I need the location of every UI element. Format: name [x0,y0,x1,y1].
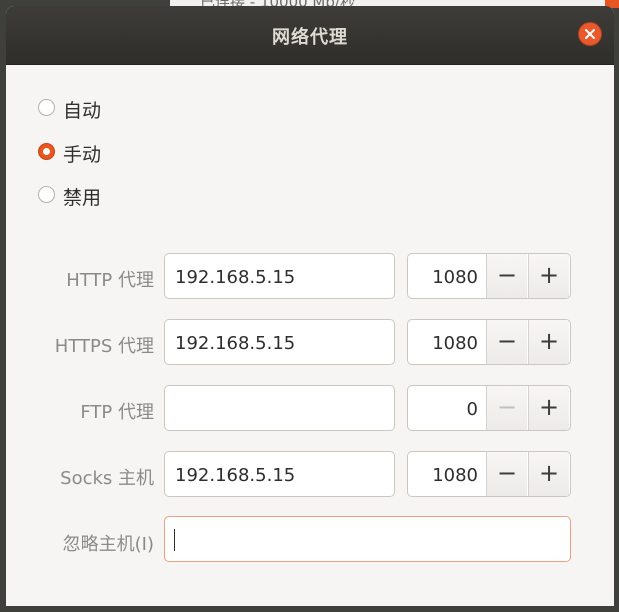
http-port-increment-button[interactable]: + [528,254,569,298]
close-button[interactable] [578,22,602,46]
http-proxy-host-value: 192.168.5.15 [175,267,296,288]
ignore-hosts-label: 忽略主机(I) [62,534,154,555]
socks-host-label: Socks 主机 [60,468,154,489]
http-port-decrement-button[interactable]: − [486,254,527,298]
radio-manual-indicator[interactable] [38,143,55,160]
https-proxy-port-value[interactable]: 1080 [432,333,478,354]
https-proxy-label: HTTPS 代理 [54,336,154,357]
http-proxy-port-value[interactable]: 1080 [432,267,478,288]
ftp-port-decrement-button: − [486,386,527,430]
radio-manual-label: 手动 [63,144,102,166]
ftp-proxy-host-input[interactable] [164,385,395,431]
radio-auto-indicator[interactable] [38,99,55,116]
https-proxy-host-value: 192.168.5.15 [175,333,296,354]
socks-port-value[interactable]: 1080 [432,465,478,486]
socks-host-input[interactable]: 192.168.5.15 [164,451,395,497]
close-icon [585,29,595,39]
socks-port-spinner[interactable]: 1080 − + [407,451,571,497]
network-proxy-dialog: 网络代理 自动 手动 禁用 HTTP 代理 192.168.5.15 1080 … [6,6,614,606]
http-proxy-port-spinner[interactable]: 1080 − + [407,253,571,299]
ftp-proxy-label: FTP 代理 [80,402,154,423]
ftp-proxy-port-spinner[interactable]: 0 − + [407,385,571,431]
dialog-title: 网络代理 [272,27,348,48]
socks-port-decrement-button[interactable]: − [486,452,527,496]
http-proxy-label: HTTP 代理 [66,270,154,291]
ftp-proxy-port-value[interactable]: 0 [467,399,478,420]
https-proxy-port-spinner[interactable]: 1080 − + [407,319,571,365]
radio-disabled-label: 禁用 [63,187,102,209]
ftp-port-increment-button[interactable]: + [528,386,569,430]
http-proxy-host-input[interactable]: 192.168.5.15 [164,253,395,299]
https-port-increment-button[interactable]: + [528,320,569,364]
https-proxy-host-input[interactable]: 192.168.5.15 [164,319,395,365]
ignore-hosts-input[interactable] [164,516,571,562]
socks-host-value: 192.168.5.15 [175,465,296,486]
titlebar: 网络代理 [6,6,614,65]
https-port-decrement-button[interactable]: − [486,320,527,364]
radio-auto-label: 自动 [63,100,102,122]
text-caret [174,529,175,551]
socks-port-increment-button[interactable]: + [528,452,569,496]
radio-disabled-indicator[interactable] [38,186,55,203]
